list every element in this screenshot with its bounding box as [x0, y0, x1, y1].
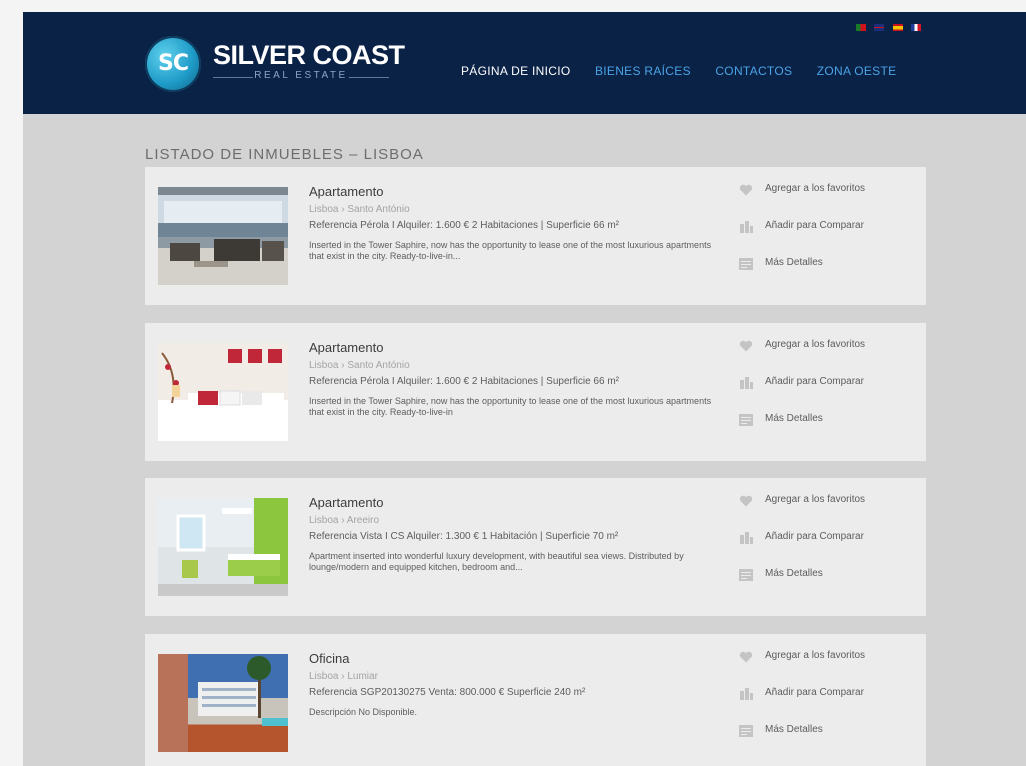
property-reference: Referencia Pérola I Alquiler: 1.600 € 2 …	[309, 220, 619, 231]
details-icon	[739, 725, 753, 737]
property-photo[interactable]	[158, 343, 288, 441]
site-header: SC SILVER COAST REAL ESTATE PÁGINA DE IN…	[23, 12, 1026, 114]
details-icon	[739, 414, 753, 426]
property-photo[interactable]	[158, 187, 288, 285]
france-flag-icon[interactable]	[911, 24, 922, 31]
details-label: Más Detalles	[765, 413, 823, 424]
property-card: Apartamento Lisboa › Santo António Refer…	[145, 167, 926, 305]
nav-item-real-estate[interactable]: BIENES RAÍCES	[595, 64, 691, 78]
heart-icon	[739, 651, 753, 663]
page-frame: SC SILVER COAST REAL ESTATE PÁGINA DE IN…	[23, 12, 1026, 766]
living-room-photo-icon	[158, 187, 288, 267]
property-location: Lisboa › Areeiro	[309, 515, 380, 526]
property-info: Apartamento Lisboa › Santo António Refer…	[309, 184, 719, 262]
property-description: Inserted in the Tower Saphire, now has t…	[309, 396, 712, 417]
property-location: Lisboa › Santo António	[309, 204, 410, 215]
office-building-photo-icon	[158, 654, 288, 752]
compare-label: Añadir para Comparar	[765, 531, 864, 542]
property-type[interactable]: Apartamento	[309, 184, 719, 199]
property-reference: Referencia Vista I CS Alquiler: 1.300 € …	[309, 531, 619, 542]
property-card: Oficina Lisboa › Lumiar Referencia SGP20…	[145, 634, 926, 766]
property-info: Apartamento Lisboa › Areeiro Referencia …	[309, 495, 719, 573]
compare-label: Añadir para Comparar	[765, 376, 864, 387]
portugal-flag-icon[interactable]	[856, 24, 866, 31]
property-reference: Referencia SGP20130275 Venta: 800.000 € …	[309, 687, 586, 698]
logo-initials: SC	[158, 51, 189, 76]
compare-icon	[740, 377, 753, 389]
favorite-label: Agregar a los favoritos	[765, 494, 866, 505]
heart-icon	[739, 184, 753, 196]
property-description: Descripción No Disponible.	[309, 707, 418, 717]
compare-icon	[740, 221, 753, 233]
brand-subtitle: REAL ESTATE	[213, 70, 389, 84]
property-type[interactable]: Apartamento	[309, 340, 719, 355]
favorite-label: Agregar a los favoritos	[765, 650, 866, 661]
details-icon	[739, 569, 753, 581]
spain-flag-icon[interactable]	[892, 24, 903, 31]
brand-name[interactable]: SILVER COAST	[213, 40, 405, 71]
details-icon	[739, 258, 753, 270]
site-logo[interactable]: SC	[145, 36, 201, 92]
kids-room-photo-icon	[158, 498, 288, 596]
property-photo[interactable]	[158, 654, 288, 752]
uk-flag-icon[interactable]	[874, 24, 885, 31]
property-card: Apartamento Lisboa › Areeiro Referencia …	[145, 478, 926, 616]
favorite-label: Agregar a los favoritos	[765, 183, 866, 194]
property-description: Apartment inserted into wonderful luxury…	[309, 551, 684, 572]
heart-icon	[739, 495, 753, 507]
compare-label: Añadir para Comparar	[765, 220, 864, 231]
bedroom-photo-icon	[161, 349, 284, 419]
property-description: Inserted in the Tower Saphire, now has t…	[309, 240, 712, 261]
details-label: Más Detalles	[765, 568, 823, 579]
compare-icon	[740, 532, 753, 544]
nav-item-west-zone[interactable]: ZONA OESTE	[817, 64, 897, 78]
details-label: Más Detalles	[765, 257, 823, 268]
main-nav: PÁGINA DE INICIO BIENES RAÍCES CONTACTOS…	[461, 62, 916, 80]
compare-label: Añadir para Comparar	[765, 687, 864, 698]
nav-item-home[interactable]: PÁGINA DE INICIO	[461, 64, 571, 78]
property-type[interactable]: Apartamento	[309, 495, 719, 510]
brand-sub-label: REAL ESTATE	[254, 70, 348, 81]
language-selector	[856, 24, 925, 42]
property-reference: Referencia Pérola I Alquiler: 1.600 € 2 …	[309, 376, 619, 387]
property-location: Lisboa › Santo António	[309, 360, 410, 371]
property-card: Apartamento Lisboa › Santo António Refer…	[145, 323, 926, 461]
divider	[349, 77, 389, 78]
favorite-label: Agregar a los favoritos	[765, 339, 866, 350]
page-title: LISTADO DE INMUEBLES – LISBOA	[145, 146, 424, 163]
property-type[interactable]: Oficina	[309, 651, 719, 666]
property-info: Oficina Lisboa › Lumiar Referencia SGP20…	[309, 651, 719, 718]
property-photo[interactable]	[158, 498, 288, 596]
heart-icon	[739, 340, 753, 352]
nav-item-contacts[interactable]: CONTACTOS	[715, 64, 792, 78]
property-location: Lisboa › Lumiar	[309, 671, 378, 682]
property-info: Apartamento Lisboa › Santo António Refer…	[309, 340, 719, 418]
compare-icon	[740, 688, 753, 700]
details-label: Más Detalles	[765, 724, 823, 735]
